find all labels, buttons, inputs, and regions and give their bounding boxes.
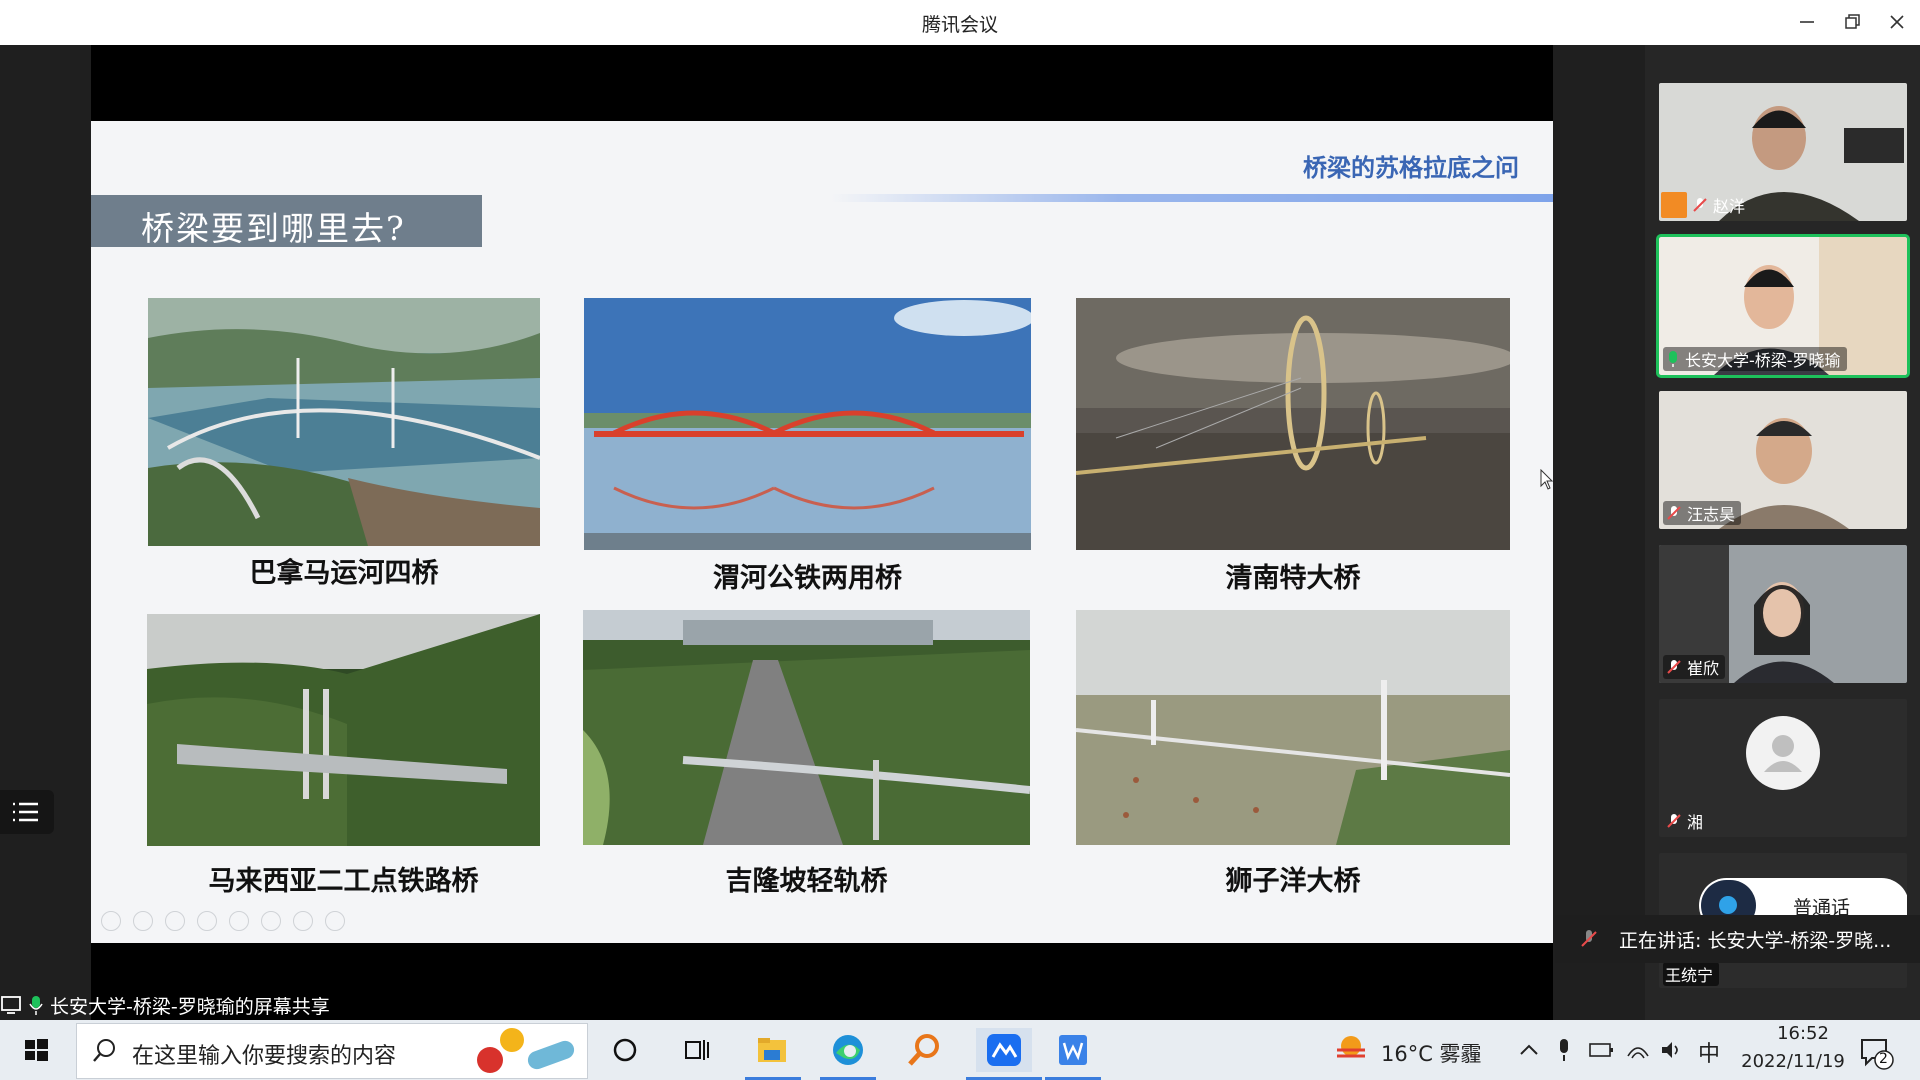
mic-muted-icon — [1581, 930, 1597, 947]
mic-muted-icon — [1693, 198, 1707, 212]
camera-icon[interactable] — [293, 911, 313, 931]
cortana-icon — [613, 1038, 637, 1062]
edge-button[interactable] — [826, 1028, 870, 1072]
notification-icon — [1861, 1039, 1894, 1070]
letterbox-top — [91, 45, 1553, 121]
participant-tile[interactable]: 赵洋 — [1659, 83, 1907, 221]
clock-time[interactable]: 16:52 — [1758, 1023, 1848, 1044]
cortana-button[interactable] — [603, 1028, 647, 1072]
header-underline — [831, 194, 1553, 202]
taskbar-search[interactable]: 在这里输入你要搜索的内容 — [76, 1023, 588, 1079]
word-icon — [1059, 1035, 1087, 1065]
mic-muted-icon — [1667, 506, 1681, 520]
mic-muted-icon — [1667, 814, 1681, 828]
minimize-button[interactable] — [1793, 8, 1821, 36]
slides-icon[interactable] — [197, 911, 217, 931]
file-explorer-button[interactable] — [750, 1028, 794, 1072]
bridge-caption: 巴拿马运河四桥 — [249, 558, 439, 589]
bridge-photo-panama — [148, 298, 540, 546]
bridge-photo-qingnan — [1076, 298, 1510, 550]
search-highlight-icon — [477, 1028, 575, 1073]
section-title-box: 桥梁要到哪里去? — [91, 195, 482, 248]
slide-toolbar — [101, 911, 345, 931]
battery-icon — [1589, 1043, 1613, 1057]
subtitles-icon[interactable] — [261, 911, 281, 931]
window-title: 腾讯会议 — [921, 14, 998, 36]
microphone-icon — [1560, 1039, 1568, 1061]
participant-name: 汪志昊 — [1687, 505, 1736, 524]
bridge-photo-shiziyang — [1076, 610, 1510, 845]
search-placeholder: 在这里输入你要搜索的内容 — [132, 1044, 397, 1069]
maximize-button[interactable] — [1838, 8, 1866, 36]
participant-name: 崔欣 — [1687, 659, 1720, 678]
volume-icon — [1662, 1042, 1678, 1058]
search-app-button[interactable] — [902, 1028, 946, 1072]
slide-header: 桥梁的苏格拉底之问 — [1303, 153, 1519, 182]
speaking-text: 正在讲话: 长安大学-桥梁-罗晓... — [1619, 929, 1892, 952]
search-icon — [93, 1039, 115, 1062]
magnifier-app-icon — [908, 1034, 939, 1066]
edge-icon — [833, 1035, 863, 1065]
windows-icon — [25, 1039, 48, 1061]
bridge-photo-malaysia — [147, 614, 540, 846]
zoom-icon[interactable] — [229, 911, 249, 931]
participant-tile[interactable]: 汪志昊 — [1659, 391, 1907, 529]
bridge-photo-weihe — [584, 298, 1031, 550]
participant-name: 赵洋 — [1713, 197, 1746, 216]
folder-icon — [758, 1038, 786, 1062]
mouse-cursor-icon — [1540, 468, 1554, 495]
bridge-caption: 渭河公铁两用桥 — [713, 563, 902, 594]
title-bar: 腾讯会议 — [0, 0, 1920, 45]
share-label-text: 长安大学-桥梁-罗晓瑜的屏幕共享 — [50, 995, 330, 1018]
chevron-up-icon — [1520, 1044, 1538, 1055]
participant-tile-active[interactable]: 长安大学-桥梁-罗晓瑜 — [1656, 234, 1910, 378]
more-icon[interactable] — [325, 911, 345, 931]
start-button[interactable] — [14, 1028, 58, 1072]
restore-icon — [1845, 14, 1860, 29]
windows-taskbar: 在这里输入你要搜索的内容 16°C 雾霾 中 16:52 2022/11/19 … — [0, 1020, 1920, 1080]
close-icon — [1890, 15, 1904, 29]
task-view-button[interactable] — [674, 1028, 718, 1072]
prev-slide-icon[interactable] — [101, 911, 121, 931]
screen-share-icon — [1, 996, 21, 1014]
bridge-caption: 吉隆坡轻轨桥 — [725, 866, 888, 897]
tencent-meeting-button[interactable] — [976, 1028, 1032, 1072]
speaking-indicator: 正在讲话: 长安大学-桥梁-罗晓... — [1555, 915, 1920, 963]
participant-name: 王统宁 — [1665, 966, 1714, 985]
bridge-caption: 清南特大桥 — [1225, 563, 1361, 594]
user-icon — [1764, 735, 1802, 772]
minimize-icon — [1800, 21, 1814, 23]
bridge-caption: 狮子洋大桥 — [1225, 866, 1361, 897]
close-button[interactable] — [1883, 8, 1911, 36]
presentation-slide: 桥梁的苏格拉底之问 桥梁要到哪里去? 巴拿马运河四桥 渭河公铁两用桥 清南特大桥… — [91, 121, 1553, 943]
ime-indicator[interactable]: 中 — [1698, 1036, 1720, 1068]
participant-tile[interactable]: 湘 — [1659, 699, 1907, 837]
menu-button[interactable] — [0, 790, 54, 834]
participant-name: 长安大学-桥梁-罗晓瑜 — [1685, 351, 1841, 370]
tencent-meeting-icon — [987, 1034, 1021, 1066]
mic-muted-icon — [1667, 660, 1681, 674]
bridge-photo-kualalumpur — [583, 610, 1030, 845]
weather-text[interactable]: 16°C 雾霾 — [1381, 1038, 1482, 1068]
host-icon — [1661, 192, 1687, 218]
section-title: 桥梁要到哪里去? — [141, 209, 406, 248]
clock-date[interactable]: 2022/11/19 — [1728, 1051, 1858, 1072]
bridge-caption: 马来西亚二工点铁路桥 — [208, 866, 479, 897]
avatar — [1746, 716, 1820, 790]
participant-panel: 赵洋 长安大学-桥梁-罗晓瑜 汪志昊 崔欣 湘 普通话 王统宁 — [1645, 45, 1920, 1020]
microphone-icon — [29, 996, 43, 1015]
participant-tile[interactable]: 崔欣 — [1659, 545, 1907, 683]
notification-button[interactable]: 2 — [1856, 1032, 1896, 1072]
wifi-icon — [1627, 1047, 1649, 1059]
task-view-icon — [685, 1040, 709, 1060]
word-button[interactable] — [1051, 1028, 1095, 1072]
participant-name: 湘 — [1687, 813, 1704, 832]
notification-count: 2 — [1879, 1051, 1888, 1067]
next-slide-icon[interactable] — [133, 911, 153, 931]
weather-haze-icon — [1337, 1036, 1365, 1058]
pen-icon[interactable] — [165, 911, 185, 931]
list-icon — [13, 802, 38, 822]
screen-share-label: 长安大学-桥梁-罗晓瑜的屏幕共享 — [0, 990, 330, 1020]
mic-active-icon — [1669, 351, 1677, 367]
